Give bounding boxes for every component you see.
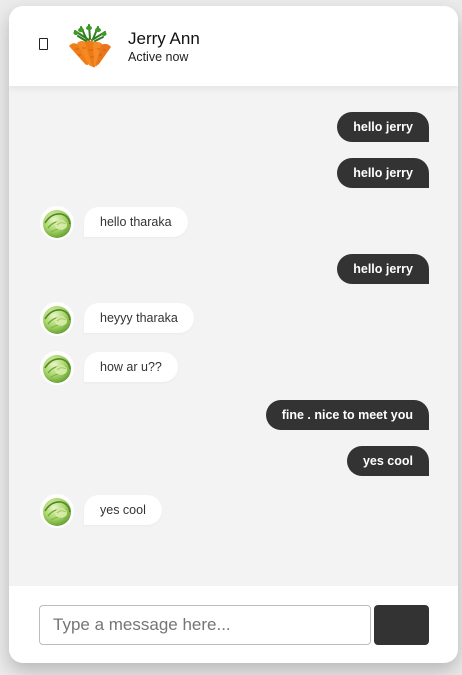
cabbage-avatar [39,493,75,529]
incoming-message: yes cool [84,495,162,525]
message-list: hello jerry hello jerry hello tharaka he… [9,86,458,586]
outgoing-message: hello jerry [337,254,429,284]
chat-header: Jerry Ann Active now [9,6,458,86]
outgoing-message: hello jerry [337,158,429,188]
incoming-message: how ar u?? [84,352,178,382]
incoming-message: hello tharaka [84,207,188,237]
carrot-avatar [69,24,111,68]
outgoing-message: hello jerry [337,112,429,142]
contact-status: Active now [128,50,189,64]
outgoing-message: yes cool [346,446,429,476]
cabbage-avatar [39,301,75,337]
outgoing-message: fine . nice to meet you [265,400,429,430]
cabbage-avatar [39,205,75,241]
contact-name: Jerry Ann [128,29,200,48]
send-button[interactable] [374,605,429,645]
back-arrow-icon[interactable] [39,38,48,50]
incoming-message: heyyy tharaka [84,303,194,333]
message-composer [9,586,458,663]
chat-window: Jerry Ann Active now hello jerry hello j… [9,6,458,663]
message-input[interactable] [39,605,371,645]
cabbage-avatar [39,350,75,386]
